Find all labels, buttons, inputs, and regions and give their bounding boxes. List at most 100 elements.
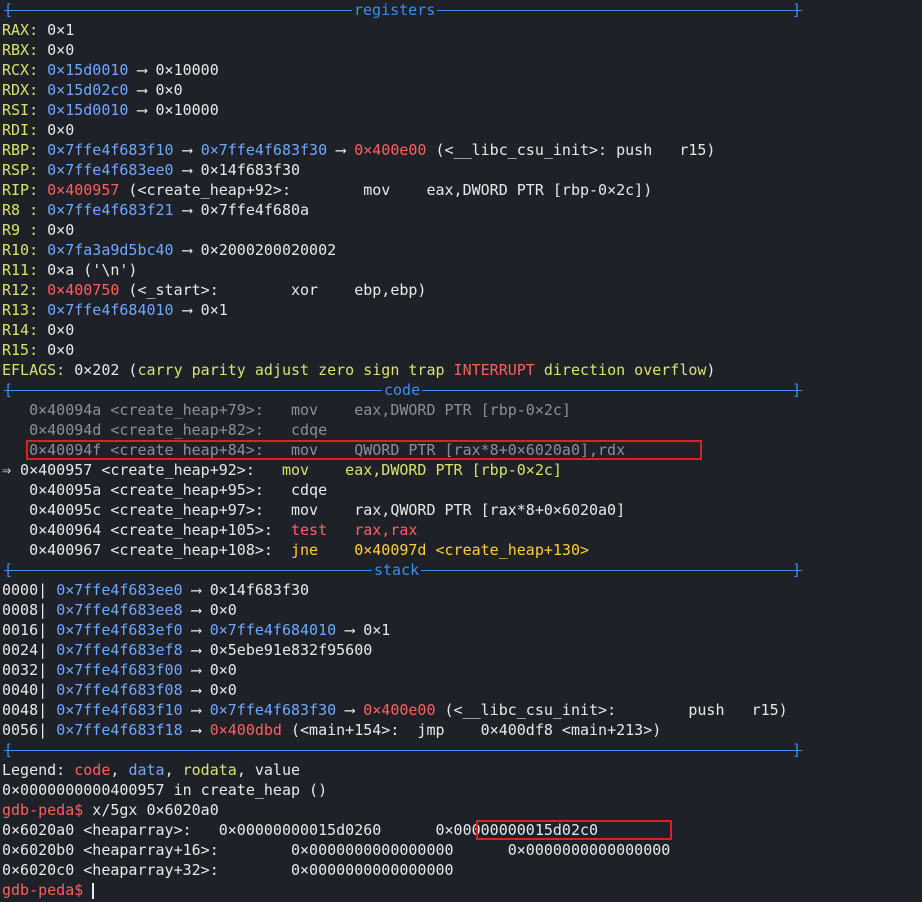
memory-label: 0×6020c0 <heaparray+32>: <box>2 861 291 879</box>
gdb-prompt: gdb-peda$ <box>2 881 84 899</box>
text-segment: 0×1 <box>38 21 75 39</box>
stack-row: 0000| 0×7ffe4f683ee0 ⟶ 0×14f683f30 <box>2 580 922 600</box>
register-row: RSP: 0×7ffe4f683ee0 ⟶ 0×14f683f30 <box>2 160 922 180</box>
register-name: RDI: <box>2 121 39 139</box>
text-segment: (<__libc_csu_init>: push r15) <box>426 141 716 159</box>
text-segment: 0×15d0010 <box>47 101 129 119</box>
stack-offset: 0048| <box>2 701 48 719</box>
register-name: RSI: <box>2 101 39 119</box>
text-segment <box>47 721 56 739</box>
memory-row: 0×6020c0 <heaparray+32>: 0×0000000000000… <box>2 860 922 880</box>
current-instruction-row: ⇒ 0×400957 <create_heap+92>: mov eax,DWO… <box>2 460 922 480</box>
text-segment: 0×40094a <create_heap+79>: mov eax,DWORD… <box>2 401 571 419</box>
text-segment: 0×7ffe4f683f10 <box>56 701 183 719</box>
text-segment: 0×7ffe4f683ef8 <box>56 641 183 659</box>
code-section: 0×40094a <create_heap+79>: mov eax,DWORD… <box>2 400 922 560</box>
stack-row: 0032| 0×7ffe4f683f00 ⟶ 0×0 <box>2 660 922 680</box>
text-segment <box>38 301 47 319</box>
code-section-title: code <box>382 380 423 400</box>
text-segment: 0×0 <box>38 41 75 59</box>
eflags-close: ) <box>706 361 716 379</box>
memory-dump: 0×6020a0 <heaparray>: 0×00000000015d0260… <box>2 820 922 880</box>
text-segment <box>47 661 56 679</box>
instruction-row: 0×40094d <create_heap+82>: cdqe <box>2 420 922 440</box>
register-name: R15: <box>2 341 39 359</box>
text-segment: 0×7fa3a9d5bc40 <box>47 241 174 259</box>
text-segment: 0×7ffe4f683f08 <box>56 681 183 699</box>
text-segment <box>47 621 56 639</box>
text-segment: 0×40095c <create_heap+97>: mov rax,QWORD… <box>2 501 626 519</box>
text-segment: test rax,rax <box>290 521 418 539</box>
legend-sep: , <box>164 761 183 779</box>
text-segment: ⟶ 0×10000 <box>128 101 219 119</box>
text-segment: 0×15d0010 <box>47 61 129 79</box>
text-segment: ⟶ 0×1 <box>336 621 391 639</box>
instruction-row: 0×40095c <create_heap+97>: mov rax,QWORD… <box>2 500 922 520</box>
text-segment: 0×a ('\n') <box>38 261 138 279</box>
text-segment <box>47 701 56 719</box>
text-segment: 0×400967 <create_heap+108>: <box>2 541 291 559</box>
register-row: RDX: 0×15d02c0 ⟶ 0×0 <box>2 80 922 100</box>
memory-row: 0×6020a0 <heaparray>: 0×00000000015d0260… <box>2 820 922 840</box>
text-segment: 0×40094d <create_heap+82>: cdqe <box>2 421 328 439</box>
text-segment: 0×7ffe4f683f00 <box>56 661 183 679</box>
input-line[interactable]: gdb-peda$ <box>2 880 922 900</box>
instruction-row: 0×400964 <create_heap+105>: test rax,rax <box>2 520 922 540</box>
text-segment: 0×15d02c0 <box>47 81 129 99</box>
command-line: gdb-peda$ x/5gx 0×6020a0 <box>2 800 922 820</box>
text-segment: ⟶ 0×0 <box>128 81 183 99</box>
text-segment: jne 0×40097d <create_heap+130> <box>290 541 589 559</box>
register-name: RDX: <box>2 81 39 99</box>
text-segment <box>47 601 56 619</box>
text-segment: ⟶ 0×0 <box>182 601 237 619</box>
register-row: RIP: 0×400957 (<create_heap+92>: mov eax… <box>2 180 922 200</box>
text-segment <box>38 161 47 179</box>
stack-offset: 0008| <box>2 601 48 619</box>
text-segment: (<main+154>: jmp 0×400df8 <main+213>) <box>281 721 662 739</box>
eflags-flag-interrupt: INTERRUPT <box>453 361 535 379</box>
registers-separator: [] registers <box>4 0 802 20</box>
register-row: R12: 0×400750 (<_start>: xor ebp,ebp) <box>2 280 922 300</box>
legend-sep: , <box>110 761 129 779</box>
memory-value: 0×0000000000000000 <box>507 841 671 859</box>
memory-label: 0×6020a0 <heaparray>: <box>2 821 219 839</box>
text-segment: ⟶ <box>182 701 210 719</box>
stack-offset: 0056| <box>2 721 48 739</box>
instruction-row: 0×40094a <create_heap+79>: mov eax,DWORD… <box>2 400 922 420</box>
register-name: R9 : <box>2 221 39 239</box>
text-segment: (<create_heap+92>: mov eax,DWORD PTR [rb… <box>119 181 653 199</box>
legend-value: value <box>254 761 301 779</box>
stack-row: 0008| 0×7ffe4f683ee8 ⟶ 0×0 <box>2 600 922 620</box>
text-segment: 0×0 <box>38 321 75 339</box>
text-segment <box>38 61 47 79</box>
eflags-label: EFLAGS: <box>2 361 66 379</box>
text-segment: ⟶ 0×14f683f30 <box>182 581 310 599</box>
register-name: RCX: <box>2 61 39 79</box>
text-segment: ⟶ 0×1 <box>173 301 228 319</box>
text-segment: 0×400dbd <box>209 721 282 739</box>
register-row: R13: 0×7ffe4f684010 ⟶ 0×1 <box>2 300 922 320</box>
stack-section: 0000| 0×7ffe4f683ee0 ⟶ 0×14f683f30 0008| … <box>2 580 922 740</box>
text-segment: (<_start>: xor ebp,ebp) <box>119 281 427 299</box>
legend-label: Legend: <box>2 761 75 779</box>
legend-code: code <box>74 761 111 779</box>
terminal-window[interactable]: [] registers RAX: 0×1 RBX: 0×0 RCX: 0×15d0… <box>0 0 922 902</box>
memory-value <box>454 841 508 859</box>
text-segment <box>38 181 47 199</box>
memory-label: 0×6020b0 <heaparray+16>: <box>2 841 291 859</box>
eflags-flags-a: carry parity adjust zero sign trap <box>137 361 454 379</box>
stack-row: 0024| 0×7ffe4f683ef8 ⟶ 0×5ebe91e832f9560… <box>2 640 922 660</box>
end-separator: [] <box>4 741 802 759</box>
text-segment <box>38 141 47 159</box>
text-segment: 0×0 <box>38 121 75 139</box>
instruction-row: 0×40094f <create_heap+84>: mov QWORD PTR… <box>2 440 922 460</box>
stack-row: 0040| 0×7ffe4f683f08 ⟶ 0×0 <box>2 680 922 700</box>
text-segment: ⟶ <box>182 621 210 639</box>
memory-value: 0×0000000000000000 <box>290 861 454 879</box>
legend-data: data <box>128 761 165 779</box>
code-separator: [] code <box>4 380 802 400</box>
register-row: RBX: 0×0 <box>2 40 922 60</box>
text-segment <box>47 581 56 599</box>
text-segment: 0×7ffe4f683ef0 <box>56 621 183 639</box>
text-segment: ⟶ 0×14f683f30 <box>173 161 301 179</box>
